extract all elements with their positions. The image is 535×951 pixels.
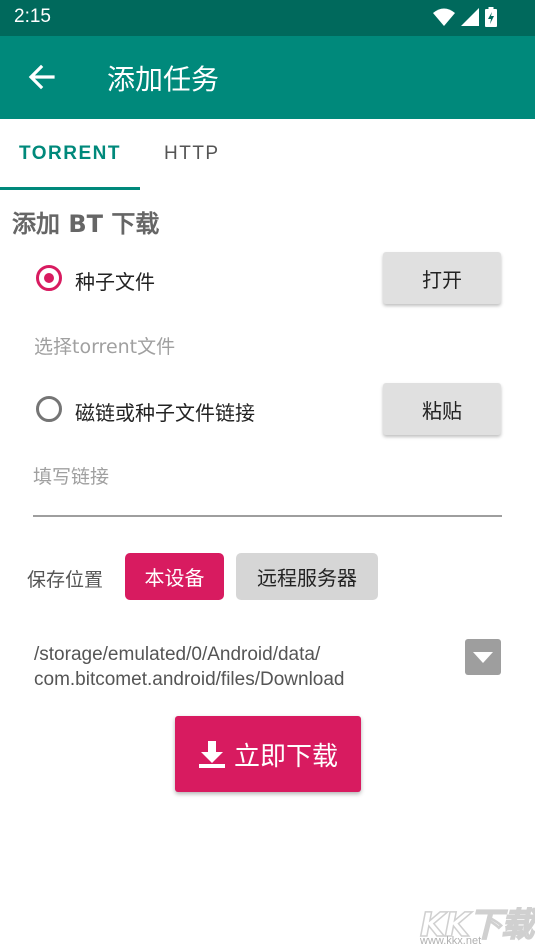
- open-button[interactable]: 打开: [383, 252, 501, 304]
- radio-torrent-file[interactable]: [36, 265, 62, 291]
- app-bar: 添加任务: [0, 36, 535, 119]
- tab-indicator: [0, 187, 140, 190]
- wifi-icon: [433, 8, 455, 26]
- download-now-button[interactable]: 立即下载: [175, 716, 361, 792]
- tab-http[interactable]: HTTP: [164, 143, 220, 165]
- remote-server-button[interactable]: 远程服务器: [236, 553, 378, 600]
- tab-bar: TORRENT HTTP: [0, 119, 535, 190]
- path-dropdown-button[interactable]: [465, 639, 501, 675]
- link-input-underline: [33, 515, 502, 517]
- battery-icon: [485, 7, 497, 27]
- watermark: KK下载 www.kkx.net: [419, 898, 535, 947]
- link-input[interactable]: 填写链接: [33, 462, 109, 489]
- save-location-label: 保存位置: [27, 569, 104, 591]
- download-now-label: 立即下载: [233, 741, 338, 772]
- download-path: /storage/emulated/0/Android/data/com.bit…: [34, 644, 345, 690]
- magnet-label[interactable]: 磁链或种子文件链接: [75, 397, 255, 426]
- torrent-file-hint: 选择torrent文件: [34, 336, 176, 358]
- paste-button[interactable]: 粘贴: [383, 383, 501, 435]
- download-icon: [198, 741, 225, 768]
- tab-torrent[interactable]: TORRENT: [19, 143, 121, 165]
- signal-icon: [461, 8, 479, 26]
- status-icons: [433, 7, 497, 27]
- status-bar: 2:15: [0, 0, 535, 36]
- section-title: 添加 BT 下载: [12, 210, 160, 238]
- radio-magnet[interactable]: [36, 396, 62, 422]
- page-title: 添加任务: [107, 63, 220, 96]
- arrow-left-icon: [28, 64, 55, 90]
- watermark-url: www.kkx.net: [420, 935, 482, 947]
- status-time: 2:15: [14, 6, 51, 27]
- back-button[interactable]: [26, 61, 58, 93]
- torrent-file-label[interactable]: 种子文件: [75, 266, 155, 295]
- device-button[interactable]: 本设备: [125, 553, 224, 600]
